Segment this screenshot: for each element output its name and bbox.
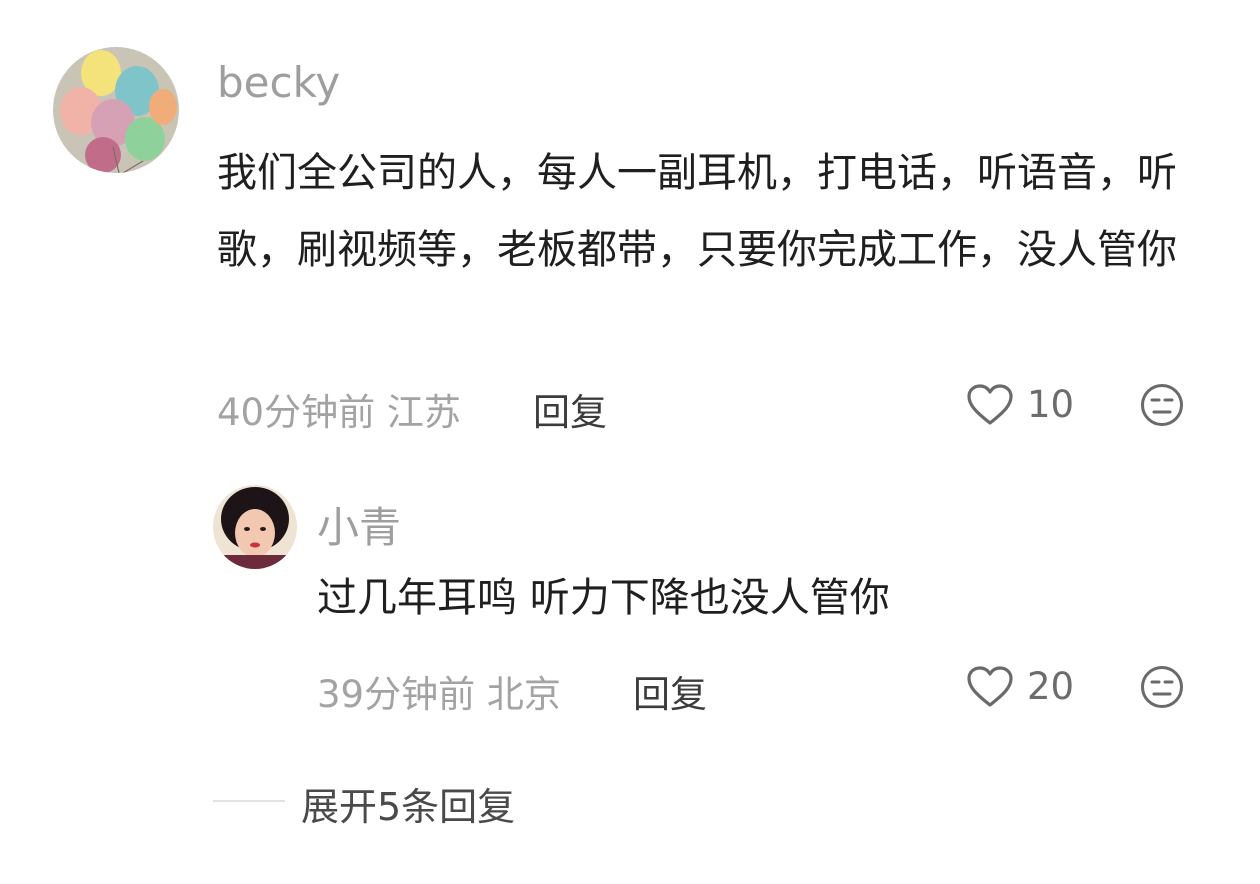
heart-outline-icon[interactable] — [966, 665, 1014, 709]
like-count: 10 — [1027, 383, 1075, 426]
comment-text: 我们全公司的人，每人一副耳机，打电话，听语音，听歌，刷视频等，老板都带，只要你完… — [217, 150, 1177, 273]
avatar-becky[interactable] — [53, 47, 179, 173]
woman-portrait-avatar-image — [213, 485, 297, 569]
unamused-face-icon[interactable] — [1140, 383, 1184, 427]
comment-time-location: 39分钟前 北京 — [317, 673, 561, 716]
comment-time-location: 40分钟前 江苏 — [217, 391, 461, 434]
like-count: 20 — [1027, 665, 1075, 708]
username[interactable]: 小青 — [317, 494, 401, 555]
reply-button[interactable]: 回复 — [533, 382, 607, 436]
expand-divider — [213, 800, 285, 802]
reply-button[interactable]: 回复 — [633, 664, 707, 718]
comment-text: 过几年耳鸣 听力下降也没人管你 — [317, 575, 890, 621]
heart-outline-icon[interactable] — [966, 383, 1014, 427]
unamused-face-icon[interactable] — [1140, 665, 1184, 709]
username[interactable]: becky — [217, 58, 340, 107]
avatar-xiaoqing[interactable] — [213, 485, 297, 569]
expand-replies-button[interactable]: 展开5条回复 — [301, 776, 515, 831]
balloons-avatar-image — [53, 47, 179, 173]
